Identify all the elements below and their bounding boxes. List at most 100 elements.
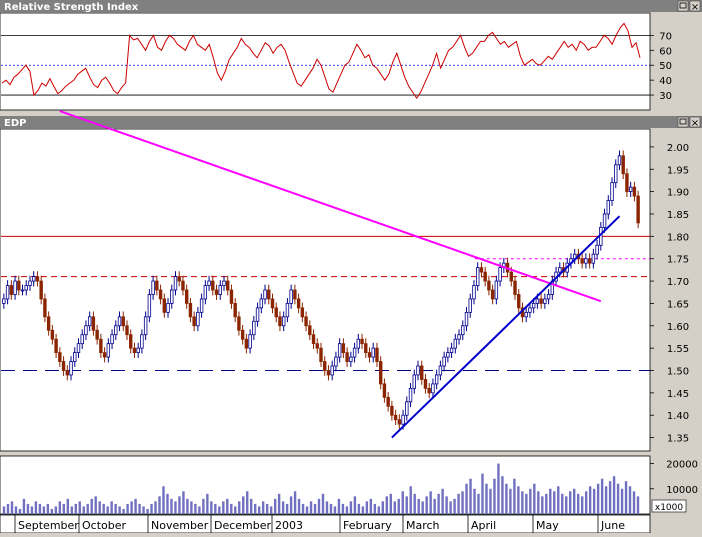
price-tick-label: 2.00 [667, 143, 689, 154]
volume-bar [277, 493, 281, 514]
volume-bar [289, 496, 293, 514]
price-bar-body [513, 280, 517, 295]
volume-bar [385, 496, 388, 514]
volume-bar [497, 463, 500, 514]
volume-bar [238, 501, 241, 514]
volume-bar [154, 501, 157, 514]
volume-bar [250, 498, 253, 514]
rsi-tick-label: 70 [659, 31, 672, 42]
volume-bar [2, 506, 6, 514]
price-bar-body [509, 271, 513, 282]
volume-bar [628, 486, 632, 514]
price-bar-body [517, 294, 521, 309]
price-bar-body [252, 320, 256, 336]
price-bar-body [494, 280, 499, 300]
price-bar-body [87, 316, 92, 327]
volume-bar [485, 483, 488, 514]
volume-bar [321, 493, 325, 514]
volume-bar [537, 491, 540, 514]
volume-bar [34, 501, 38, 514]
price-bar-body [214, 289, 219, 295]
volume-bar [90, 498, 93, 514]
volume-bar [477, 493, 480, 514]
rsi-tick-label: 60 [659, 46, 672, 57]
volume-bar [592, 488, 596, 514]
volume-bar [369, 498, 373, 514]
volume-bar [218, 506, 221, 514]
volume-bar [38, 503, 42, 514]
price-bar-body [464, 311, 469, 327]
volume-bar [178, 496, 181, 514]
price-bar-body [9, 285, 14, 295]
price-panel: EDP × 1.35 1.40 1.45 1.50 1.55 1.60 1.65 1.70 1.… [0, 110, 702, 452]
restore-icon[interactable] [677, 116, 689, 128]
price-bar-body [330, 365, 334, 376]
volume-bar [580, 496, 584, 514]
price-bar-body [274, 307, 278, 318]
volume-bar [317, 498, 321, 514]
volume-bar [281, 501, 285, 514]
price-bar-body [121, 316, 125, 327]
price-bar-body [610, 182, 614, 201]
price-bar-body [99, 338, 103, 354]
volume-bar [186, 498, 189, 514]
price-tick-label: 1.75 [667, 255, 689, 266]
volume-bar [509, 488, 512, 514]
x-tick-label: May [536, 519, 559, 532]
price-bar-body [352, 347, 357, 358]
price-bar-body [539, 298, 543, 304]
x-tick-label: February [343, 519, 392, 532]
volume-bar [110, 501, 113, 514]
volume-bar [234, 506, 237, 514]
volume-bar [122, 508, 125, 514]
volume-bar [14, 506, 18, 514]
volume-bar [545, 493, 548, 514]
volume-bar [361, 506, 365, 514]
volume-bar [254, 503, 257, 514]
price-bar-body [543, 298, 547, 304]
volume-bar [194, 503, 197, 514]
volume-bar [461, 491, 464, 514]
volume-bar [66, 498, 69, 514]
volume-bar [604, 486, 608, 514]
volume-bar [285, 503, 289, 514]
price-bar-body [244, 338, 249, 349]
price-bar-body [427, 387, 431, 394]
price-bar-body [184, 289, 189, 304]
volume-bar [541, 496, 544, 514]
price-bar-body [393, 414, 398, 421]
volume-bar [357, 503, 361, 514]
price-bar-body [382, 383, 387, 398]
volume-bar [146, 508, 149, 514]
volume-bar [62, 503, 66, 514]
volume-bar [437, 493, 440, 514]
price-bar-body [199, 298, 204, 313]
price-bar-body [229, 289, 234, 304]
restore-icon[interactable] [677, 0, 689, 12]
price-bar-body [35, 276, 40, 282]
price-bar-body [304, 316, 308, 327]
volume-bar [553, 491, 556, 514]
price-bar-body [531, 303, 536, 309]
price-tick-label: 1.85 [667, 210, 689, 221]
volume-bar [453, 498, 456, 514]
volume-bar [114, 503, 117, 514]
price-bar-body [255, 307, 260, 322]
price-bar-body [162, 298, 167, 313]
volume-bar [313, 503, 317, 514]
price-bar-body [147, 294, 152, 318]
price-tick-label: 1.65 [667, 299, 689, 310]
price-tick-label: 1.35 [667, 434, 689, 445]
volume-bar [616, 483, 620, 514]
price-bar-body [203, 285, 208, 300]
price-bar-body [39, 280, 43, 300]
volume-bar [513, 478, 516, 514]
price-bar-body [166, 303, 170, 313]
price-bar-body [129, 334, 133, 349]
x-axis: September October November December 2003 Febr… [0, 514, 651, 534]
volume-bar [309, 501, 313, 514]
price-bar-body [595, 244, 599, 255]
price-bar-body [617, 155, 622, 166]
rsi-tick-label: 50 [659, 61, 672, 72]
price-bar-body [188, 303, 193, 318]
